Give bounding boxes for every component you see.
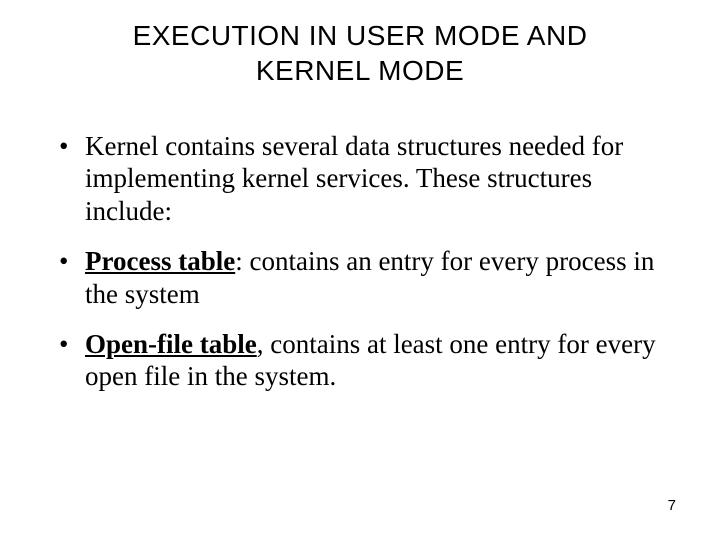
bullet-list: Kernel contains several data structures … <box>55 130 665 393</box>
bullet-sep: , <box>257 329 271 359</box>
bullet-text: Kernel contains several data structures … <box>85 131 623 226</box>
list-item: Process table: contains an entry for eve… <box>55 245 665 310</box>
page-number: 7 <box>668 497 676 514</box>
slide-title: EXECUTION IN USER MODE AND KERNEL MODE <box>0 18 720 88</box>
title-line-1: EXECUTION IN USER MODE AND <box>133 20 588 51</box>
bullet-bold: Open-file table <box>85 329 257 359</box>
slide: EXECUTION IN USER MODE AND KERNEL MODE K… <box>0 0 720 540</box>
title-line-2: KERNEL MODE <box>256 55 464 86</box>
bullet-sep: : <box>235 246 249 276</box>
slide-body: Kernel contains several data structures … <box>55 130 665 411</box>
bullet-bold: Process table <box>85 246 235 276</box>
list-item: Kernel contains several data structures … <box>55 130 665 227</box>
list-item: Open-file table, contains at least one e… <box>55 328 665 393</box>
